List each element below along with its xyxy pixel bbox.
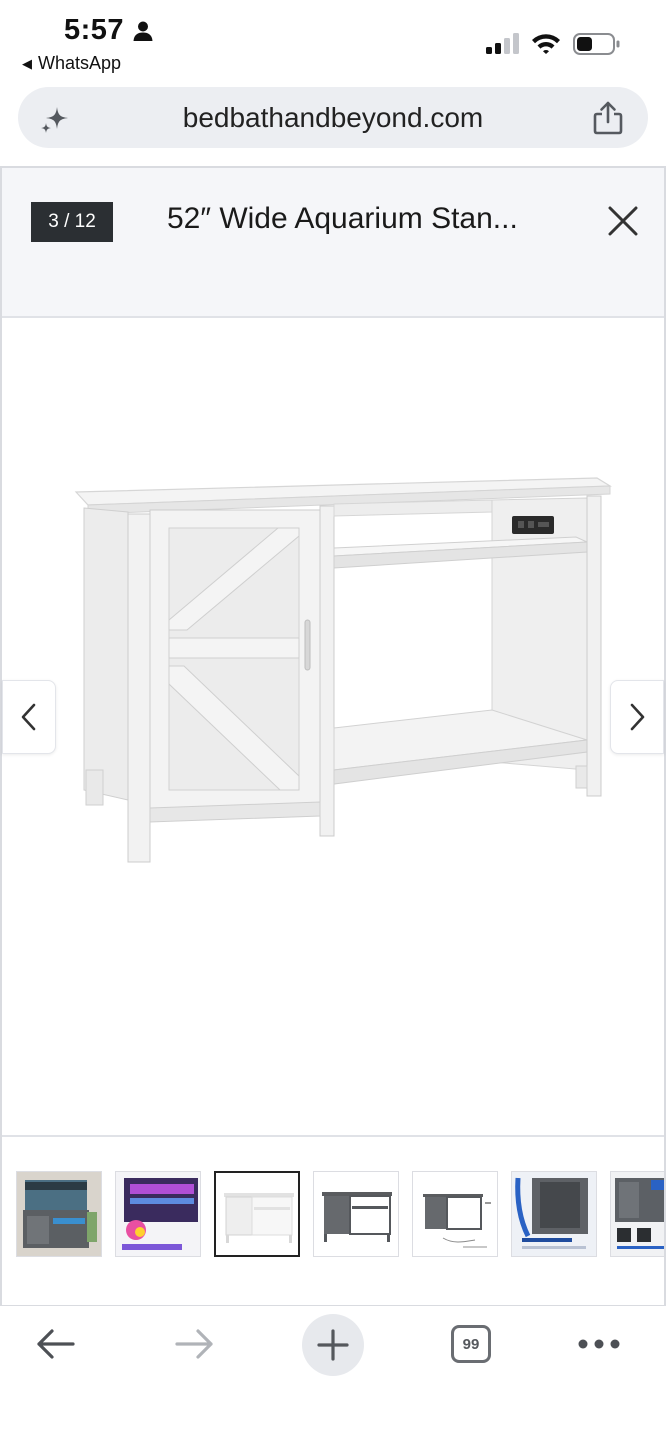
thumbnail-image — [116, 1172, 200, 1256]
chevron-left-icon — [21, 703, 36, 731]
thumbnail-3[interactable] — [214, 1171, 300, 1257]
thumbnail-strip[interactable] — [2, 1135, 664, 1305]
more-button[interactable] — [574, 1314, 624, 1374]
more-icon — [578, 1339, 620, 1349]
tabs-icon: 99 — [451, 1325, 491, 1363]
person-icon — [133, 21, 153, 41]
chevron-right-icon — [630, 703, 645, 731]
new-tab-button[interactable] — [302, 1314, 364, 1376]
thumbnail-7[interactable] — [610, 1171, 664, 1257]
back-arrow-icon — [37, 1329, 75, 1359]
back-triangle-icon: ◀ — [22, 55, 32, 71]
product-title: 52″ Wide Aquarium Stan... — [167, 202, 518, 235]
close-icon[interactable] — [606, 204, 640, 238]
thumbnail-2[interactable] — [115, 1171, 201, 1257]
status-bar: 5:57 ◀ WhatsApp — [0, 0, 666, 82]
forward-arrow-icon — [175, 1329, 213, 1359]
thumbnail-image — [611, 1172, 664, 1256]
thumbnail-image — [216, 1173, 298, 1255]
back-app-label: WhatsApp — [38, 53, 122, 73]
tabs-button[interactable]: 99 — [448, 1314, 494, 1374]
plus-icon — [317, 1329, 349, 1361]
browser-toolbar: 99 — [0, 1306, 666, 1440]
image-counter: 3 / 12 — [31, 202, 113, 242]
thumbnail-4[interactable] — [313, 1171, 399, 1257]
thumbnail-6[interactable] — [511, 1171, 597, 1257]
aquarium-stand-image — [74, 477, 613, 863]
previous-image-button[interactable] — [2, 680, 56, 754]
thumbnail-5[interactable] — [412, 1171, 498, 1257]
back-button[interactable] — [30, 1314, 80, 1374]
forward-button[interactable] — [170, 1314, 220, 1374]
thumbnail-image — [512, 1172, 596, 1256]
wifi-icon — [532, 34, 560, 54]
thumbnail-image — [413, 1172, 497, 1256]
address-bar[interactable]: bedbathandbeyond.com — [18, 87, 648, 148]
signal-icon — [486, 33, 519, 54]
share-icon[interactable] — [592, 101, 624, 135]
battery-icon — [573, 33, 620, 55]
status-time: 5:57 — [64, 14, 125, 46]
gallery-header: 3 / 12 52″ Wide Aquarium Stan... — [2, 168, 664, 318]
thumbnail-image — [314, 1172, 398, 1256]
back-to-app-link[interactable]: ◀ WhatsApp — [22, 53, 121, 74]
url-text[interactable]: bedbathandbeyond.com — [18, 102, 648, 134]
main-product-image[interactable] — [2, 320, 664, 1135]
thumbnail-1[interactable] — [16, 1171, 102, 1257]
tab-count: 99 — [462, 1335, 480, 1353]
thumbnail-image — [17, 1172, 101, 1256]
next-image-button[interactable] — [610, 680, 664, 754]
